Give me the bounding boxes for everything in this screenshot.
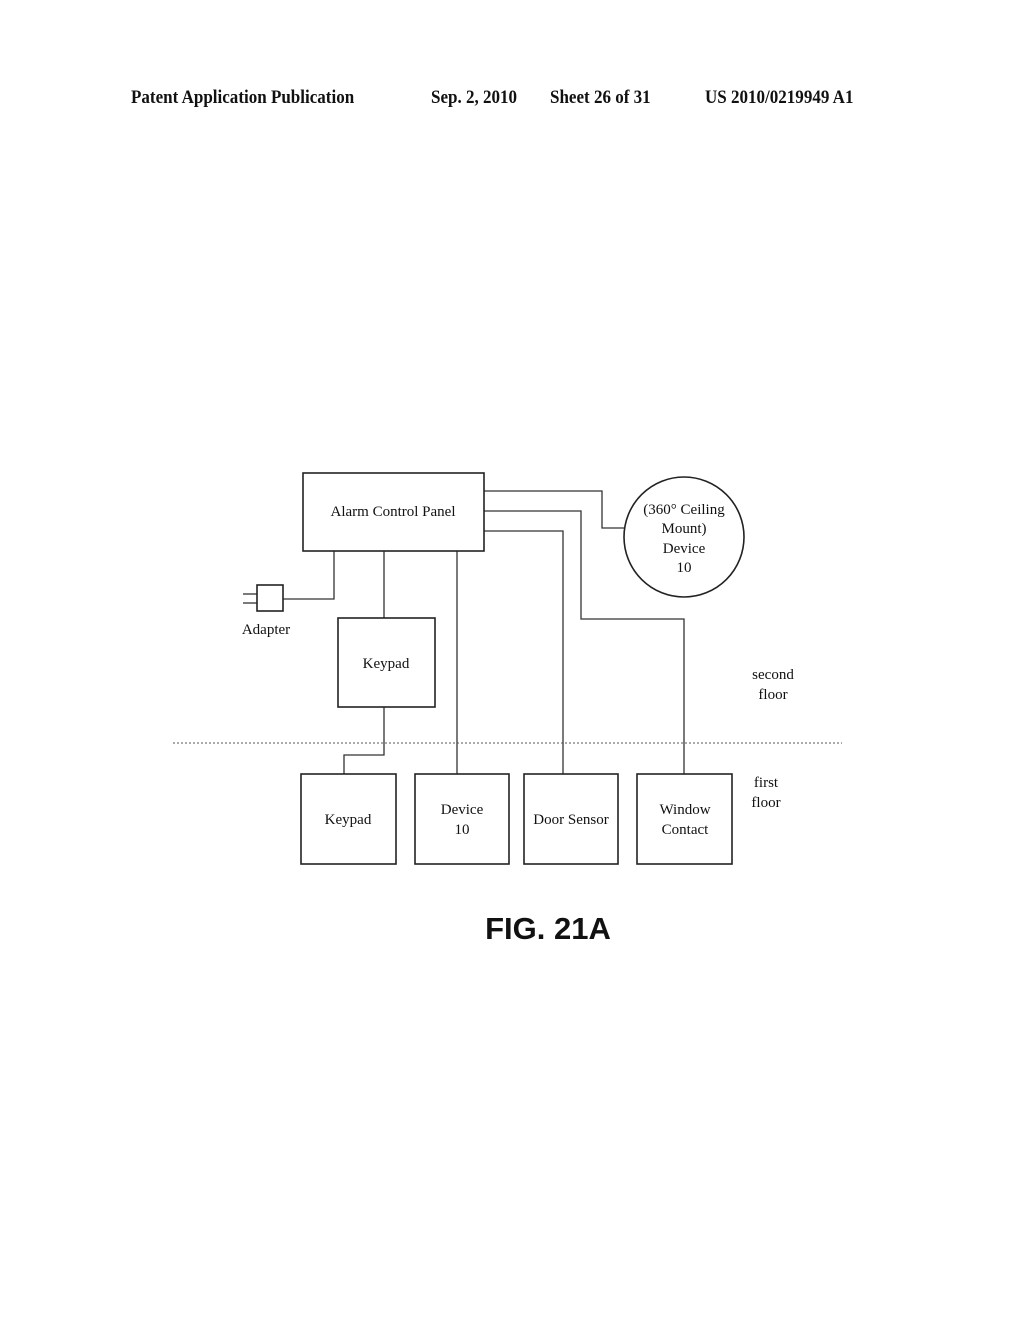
figure-label: FIG. 21A: [485, 911, 611, 946]
alarm-control-panel: Alarm Control Panel: [302, 472, 485, 552]
alarm-system-diagram: Alarm Control Panel (360° Ceiling Mount)…: [173, 472, 842, 946]
keypad-upper-label: Keypad: [363, 656, 410, 672]
keypad-second-floor: Keypad: [337, 617, 436, 708]
window-contact-label-1: Window: [659, 802, 710, 818]
window-contact-label-2: Contact: [662, 822, 709, 838]
ceiling-device-line-3: Device: [663, 541, 706, 557]
ceiling-mount-device: (360° Ceiling Mount) Device 10: [623, 476, 745, 598]
adapter-label: Adapter: [242, 622, 290, 638]
first-floor-label-2: floor: [751, 795, 780, 811]
keypad-lower-label: Keypad: [325, 812, 372, 828]
adapter: Adapter: [242, 584, 290, 638]
device-label-2: 10: [455, 822, 470, 838]
door-sensor-label: Door Sensor: [533, 812, 608, 828]
wire-panel-to-adapter: [283, 551, 335, 600]
device-10-first-floor: Device 10: [414, 773, 510, 865]
second-floor-label-2: floor: [758, 687, 787, 703]
ceiling-device-line-1: (360° Ceiling: [643, 502, 725, 518]
second-floor-label-1: second: [752, 667, 794, 683]
wire-panel-to-door-sensor: [484, 530, 564, 774]
door-sensor: Door Sensor: [523, 773, 619, 865]
plug-icon: [256, 584, 284, 612]
ceiling-device-line-2: Mount): [662, 521, 707, 537]
ceiling-device-line-4: 10: [677, 560, 692, 576]
wire-panel-to-ceiling-device: [484, 490, 625, 529]
first-floor-label-1: first: [754, 775, 779, 791]
device-label-1: Device: [441, 802, 484, 818]
alarm-panel-label: Alarm Control Panel: [331, 504, 456, 520]
window-contact: Window Contact: [636, 773, 733, 865]
wire-keypad-to-keypad: [343, 707, 385, 774]
keypad-first-floor: Keypad: [300, 773, 397, 865]
